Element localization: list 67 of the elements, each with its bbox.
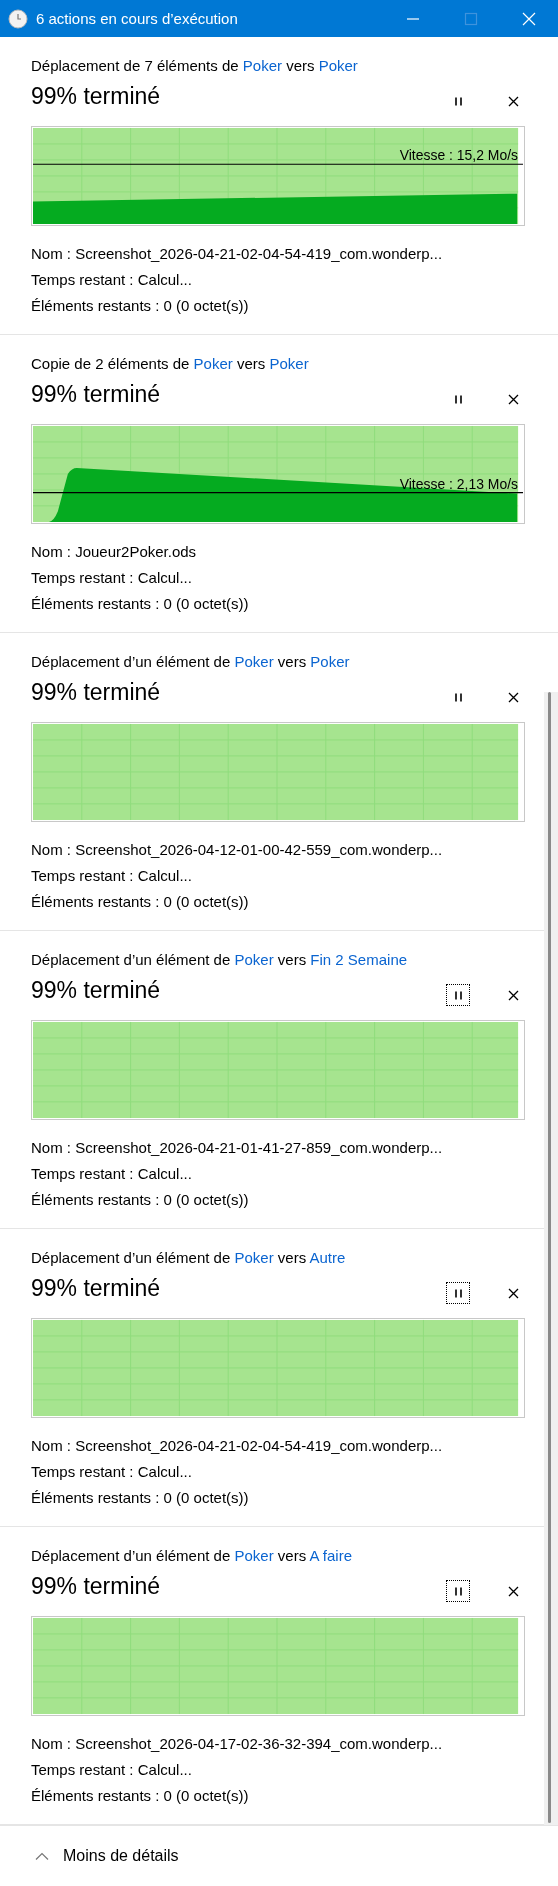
pause-icon xyxy=(452,393,464,405)
source-folder-link[interactable]: Poker xyxy=(234,1547,274,1564)
progress-percent: 99% terminé xyxy=(31,380,162,409)
source-folder-link[interactable]: Poker xyxy=(234,951,274,968)
progress-percent: 99% terminé xyxy=(31,82,162,111)
time-remaining: Temps restant : Calcul... xyxy=(31,568,193,588)
fewer-details-button[interactable]: Moins de détails xyxy=(35,1847,179,1865)
close-icon xyxy=(522,11,536,26)
minimize-icon xyxy=(406,17,420,20)
close-icon xyxy=(507,1287,519,1299)
time-remaining: Temps restant : Calcul... xyxy=(31,1164,193,1184)
close-icon xyxy=(507,1585,519,1597)
destination-folder-link[interactable]: A faire xyxy=(309,1547,353,1564)
time-remaining: Temps restant : Calcul... xyxy=(31,866,193,886)
progress-percent: 99% terminé xyxy=(31,1572,162,1601)
maximize-icon xyxy=(464,11,478,26)
window-title: 6 actions en cours d’exécution xyxy=(36,10,239,27)
file-name: Nom : Screenshot_2026-04-17-02-36-32-394_com.wonderp... xyxy=(31,1734,444,1754)
file-name: Nom : Screenshot_2026-04-21-01-41-27-859_com.wonderp... xyxy=(31,1138,444,1158)
items-remaining: Éléments restants : 0 (0 octet(s)) xyxy=(31,1786,250,1806)
pause-icon xyxy=(452,691,464,703)
speed-label: Vitesse : 2,13 Mo/s xyxy=(399,475,518,492)
pause-icon xyxy=(452,989,464,1001)
operation-heading: Déplacement d’un élément de Poker vers A faire xyxy=(31,1546,354,1566)
progress-percent: 99% terminé xyxy=(31,1274,162,1303)
scrollbar-thumb[interactable] xyxy=(548,692,551,1823)
pause-button[interactable] xyxy=(446,984,470,1006)
destination-folder-link[interactable]: Poker xyxy=(318,57,358,74)
source-folder-link[interactable]: Poker xyxy=(234,653,274,670)
progress-percent: 99% terminé xyxy=(31,678,162,707)
pause-button[interactable] xyxy=(446,1580,470,1602)
operation-heading: Copie de 2 éléments de Poker vers Poker xyxy=(31,354,310,374)
destination-folder-link[interactable]: Poker xyxy=(310,653,350,670)
file-name: Nom : Screenshot_2026-04-21-02-04-54-419_com.wonderp... xyxy=(31,244,444,264)
pause-button[interactable] xyxy=(446,1282,470,1304)
destination-folder-link[interactable]: Poker xyxy=(269,355,309,372)
items-remaining: Éléments restants : 0 (0 octet(s)) xyxy=(31,594,250,614)
items-remaining: Éléments restants : 0 (0 octet(s)) xyxy=(31,892,250,912)
operation-heading: Déplacement de 7 éléments de Poker vers Poker xyxy=(31,56,359,76)
caret-up-icon xyxy=(35,1852,49,1860)
items-remaining: Éléments restants : 0 (0 octet(s)) xyxy=(31,1190,250,1210)
operation-heading: Déplacement d’un élément de Poker vers Autre xyxy=(31,1248,347,1268)
pause-icon xyxy=(452,95,464,107)
file-name: Nom : Screenshot_2026-04-21-02-04-54-419_com.wonderp... xyxy=(31,1436,444,1456)
file-name: Nom : Screenshot_2026-04-12-01-00-42-559_com.wonderp... xyxy=(31,840,444,860)
operation-heading: Déplacement d’un élément de Poker vers Fin 2 Semaine xyxy=(31,950,409,970)
progress-percent: 99% terminé xyxy=(31,976,162,1005)
time-remaining: Temps restant : Calcul... xyxy=(31,1760,193,1780)
items-remaining: Éléments restants : 0 (0 octet(s)) xyxy=(31,1488,250,1508)
source-folder-link[interactable]: Poker xyxy=(234,1249,274,1266)
close-icon xyxy=(507,95,519,107)
speed-label: Vitesse : 15,2 Mo/s xyxy=(399,147,518,164)
pause-icon xyxy=(452,1287,464,1299)
close-icon xyxy=(507,691,519,703)
operation-heading: Déplacement d’un élément de Poker vers Poker xyxy=(31,652,351,672)
items-remaining: Éléments restants : 0 (0 octet(s)) xyxy=(31,296,250,316)
destination-folder-link[interactable]: Fin 2 Semaine xyxy=(310,951,408,968)
file-name: Nom : Joueur2Poker.ods xyxy=(31,542,198,562)
close-icon xyxy=(507,393,519,405)
time-remaining: Temps restant : Calcul... xyxy=(31,1462,193,1482)
pause-icon xyxy=(452,1585,464,1597)
time-remaining: Temps restant : Calcul... xyxy=(31,270,193,290)
clock-icon xyxy=(8,8,28,29)
close-icon xyxy=(507,989,519,1001)
source-folder-link[interactable]: Poker xyxy=(193,355,233,372)
destination-folder-link[interactable]: Autre xyxy=(309,1249,346,1266)
source-folder-link[interactable]: Poker xyxy=(242,57,282,74)
